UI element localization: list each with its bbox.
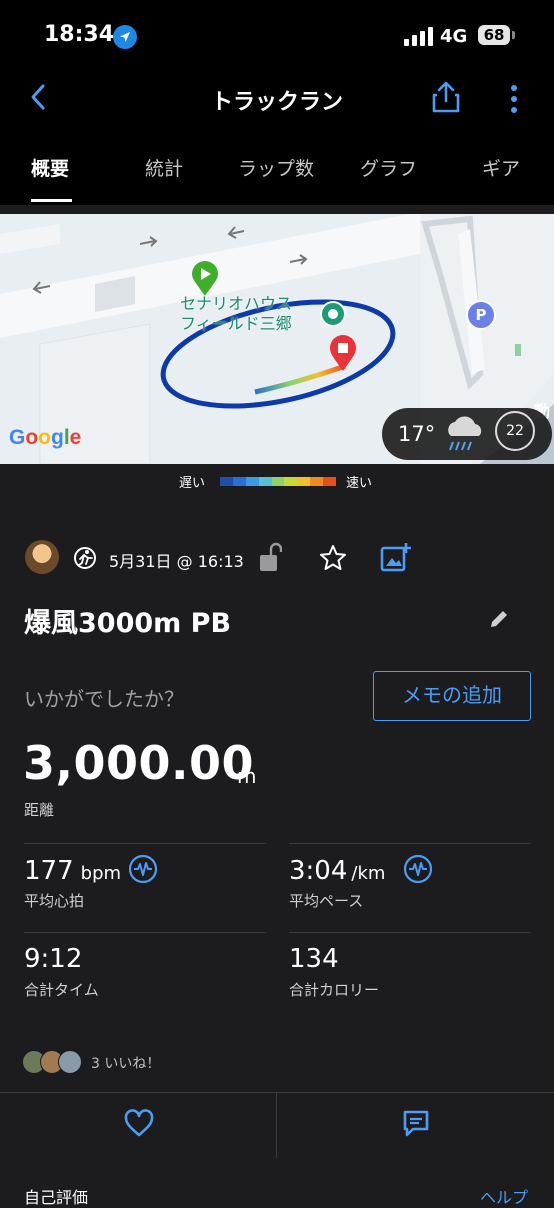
pace-legend-slow: 遅い: [179, 476, 206, 491]
total-time-value: 9:12: [24, 944, 83, 974]
help-link[interactable]: ヘルプ: [480, 1184, 528, 1208]
battery-nub: [512, 31, 515, 39]
finish-marker-icon[interactable]: [328, 334, 358, 372]
divider: [24, 932, 266, 933]
pace-legend-swatch: [297, 477, 311, 486]
location-arrow-icon: [113, 25, 137, 49]
wind-badge: 22: [495, 411, 535, 451]
avg-pace-unit: /km: [351, 863, 386, 884]
place-label: セナリオハウス フィールド三郷: [180, 294, 292, 334]
calories-label: 合計カロリー: [289, 981, 380, 999]
avg-pace-stat[interactable]: 3:04 /km: [289, 856, 385, 886]
place-label-line2: フィールド三郷: [180, 314, 292, 333]
add-photo-icon[interactable]: [380, 542, 412, 572]
likes-count[interactable]: 3 いいね！: [91, 1053, 160, 1073]
like-heart-icon[interactable]: [123, 1108, 155, 1138]
rain-cloud-icon: [448, 416, 482, 451]
pace-legend-swatch: [258, 477, 272, 486]
avg-hr-value: 177: [24, 856, 74, 886]
avatar[interactable]: [25, 540, 59, 574]
avg-hr-label: 平均心拍: [24, 892, 85, 910]
tab-gear[interactable]: ギア: [482, 154, 520, 181]
more-options-icon[interactable]: [506, 84, 522, 114]
distance-label: 距離: [24, 801, 55, 819]
self-evaluation-heading: 自己評価: [24, 1188, 89, 1207]
activity-date: 5月31日 @ 16:13: [109, 552, 244, 571]
distance-unit: m: [237, 764, 257, 788]
unlock-icon[interactable]: [258, 541, 282, 573]
avg-pace-label: 平均ペース: [289, 892, 364, 910]
status-time: 18:34: [44, 22, 115, 47]
pace-legend-swatch: [232, 477, 246, 486]
divider: [276, 1092, 277, 1158]
action-bar: [0, 1092, 554, 1159]
edit-pencil-icon[interactable]: [488, 608, 510, 630]
calories-value: 134: [289, 944, 339, 974]
pace-legend-fast: 速い: [346, 476, 373, 491]
avg-hr-unit: bpm: [80, 863, 122, 884]
pace-legend-swatch: [284, 477, 298, 486]
likes-avatars[interactable]: [22, 1050, 86, 1074]
tab-stats[interactable]: 統計: [145, 154, 183, 181]
avatar: [58, 1050, 82, 1074]
avg-pace-value: 3:04: [289, 856, 348, 886]
feedback-prompt: いかがでしたか？: [24, 687, 184, 711]
active-tab-indicator: [31, 199, 72, 202]
favorite-star-icon[interactable]: [318, 543, 348, 573]
activity-title: 爆風3000m PB: [24, 608, 232, 639]
google-logo: Google: [9, 426, 82, 449]
add-memo-button[interactable]: メモの追加: [373, 671, 531, 721]
pace-legend-swatch: [245, 477, 259, 486]
share-icon[interactable]: [430, 80, 462, 114]
network-type: 4G: [440, 26, 468, 47]
running-icon: [74, 547, 96, 569]
pace-color-bar: [220, 477, 337, 486]
tab-laps[interactable]: ラップ数: [238, 154, 314, 181]
start-marker-icon[interactable]: [190, 261, 220, 297]
comment-icon[interactable]: [401, 1108, 431, 1138]
divider: [24, 843, 266, 844]
pace-zone-icon[interactable]: [403, 854, 433, 884]
weather-temperature: 17°: [398, 422, 436, 446]
battery-level: 68: [478, 25, 510, 45]
page-title: トラックラン: [210, 90, 343, 115]
place-label-line1: セナリオハウス: [180, 294, 293, 313]
pace-legend-swatch: [323, 477, 337, 486]
tab-overview[interactable]: 概要: [31, 154, 69, 181]
signal-strength-icon: [404, 27, 433, 46]
heart-rate-zone-icon[interactable]: [128, 854, 158, 884]
pace-legend-swatch: [310, 477, 324, 486]
avg-hr-stat[interactable]: 177 bpm: [24, 856, 121, 886]
pace-legend-swatch: [220, 477, 233, 486]
divider: [289, 932, 531, 933]
distance-value: 3,000.00: [23, 736, 254, 790]
total-time-label: 合計タイム: [24, 981, 99, 999]
tab-graph[interactable]: グラフ: [360, 154, 417, 181]
parking-icon: P: [466, 300, 496, 330]
pace-legend-swatch: [271, 477, 285, 486]
poi-marker-icon: [320, 301, 346, 327]
divider: [289, 843, 531, 844]
